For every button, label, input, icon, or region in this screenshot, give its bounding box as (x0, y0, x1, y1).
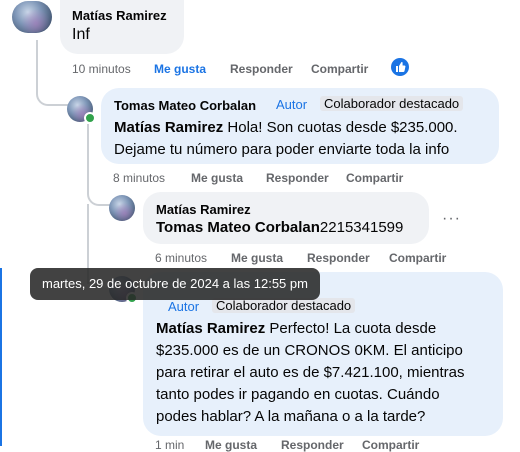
comment-author[interactable]: Matías Ramirez (156, 202, 251, 217)
like-button[interactable]: Me gusta (191, 171, 243, 185)
comment-text-line: tanto podes ir pagando en cuotas. Cuándo (156, 386, 440, 403)
left-edge-indicator (0, 268, 2, 446)
phone-number: 2215341599 (319, 219, 404, 236)
online-status-indicator (84, 112, 96, 124)
comment-text-line: Hola! Son cuotas desde $235.000. (227, 119, 458, 136)
avatar[interactable] (12, 1, 52, 33)
share-button[interactable]: Compartir (362, 438, 419, 452)
comment-bubble: Tomas Mateo Corbalan Autor Colaborador d… (101, 88, 499, 164)
mention[interactable]: Tomas Mateo Corbalan (156, 219, 320, 236)
comment-text-line: podes hablar? A la mañana o a la tarde? (156, 408, 426, 425)
comment-time[interactable]: 8 minutos (113, 171, 165, 185)
comment-text-line: para retirar el auto es de $7.421.100, m… (156, 364, 465, 381)
comment-time[interactable]: 1 min (155, 438, 184, 452)
author-tag: Autor (168, 299, 200, 314)
comment-text-line: Dejame tu número para poder enviarte tod… (114, 141, 450, 158)
author-tag: Autor (276, 97, 308, 112)
reply-button[interactable]: Responder (281, 438, 344, 452)
comment-text: Tomas Mateo Corbalan2215341599 (156, 217, 403, 239)
comment-time[interactable]: 6 minutos (155, 251, 207, 265)
like-button[interactable]: Me gusta (154, 62, 206, 76)
comment-time[interactable]: 10 minutos (72, 62, 131, 76)
comment-author[interactable]: Tomas Mateo Corbalan (114, 98, 256, 113)
timestamp-tooltip: martes, 29 de octubre de 2024 a las 12:5… (30, 268, 320, 300)
comment-text: Inf (72, 26, 90, 43)
share-button[interactable]: Compartir (311, 62, 368, 76)
reply-button[interactable]: Responder (307, 251, 370, 265)
mention[interactable]: Matías Ramirez (114, 119, 223, 136)
comment-bubble: Matías Ramirez Inf (60, 0, 184, 54)
like-button[interactable]: Me gusta (205, 438, 257, 452)
comment-author[interactable]: Matías Ramirez (72, 8, 167, 23)
like-button[interactable]: Me gusta (231, 251, 283, 265)
more-options-icon[interactable]: ··· (442, 210, 461, 228)
reply-button[interactable]: Responder (230, 62, 293, 76)
comment-text: Matías Ramirez Perfecto! La cuota desde … (156, 318, 496, 428)
thumbs-up-icon[interactable] (391, 58, 409, 76)
comment-text-line: Perfecto! La cuota desde (269, 320, 437, 337)
top-contributor-badge[interactable]: Colaborador destacado (320, 96, 464, 111)
mention[interactable]: Matías Ramirez (156, 320, 265, 337)
reply-button[interactable]: Responder (266, 171, 329, 185)
top-contributor-badge[interactable]: Colaborador destacado (212, 298, 356, 313)
comment-text: Matías Ramirez Hola! Son cuotas desde $2… (114, 117, 494, 161)
share-button[interactable]: Compartir (346, 171, 403, 185)
avatar[interactable] (109, 195, 135, 221)
comment-bubble: Matías Ramirez Tomas Mateo Corbalan22153… (143, 192, 429, 244)
share-button[interactable]: Compartir (389, 251, 446, 265)
comment-text-line: $235.000 es de un CRONOS 0KM. El anticip… (156, 342, 463, 359)
